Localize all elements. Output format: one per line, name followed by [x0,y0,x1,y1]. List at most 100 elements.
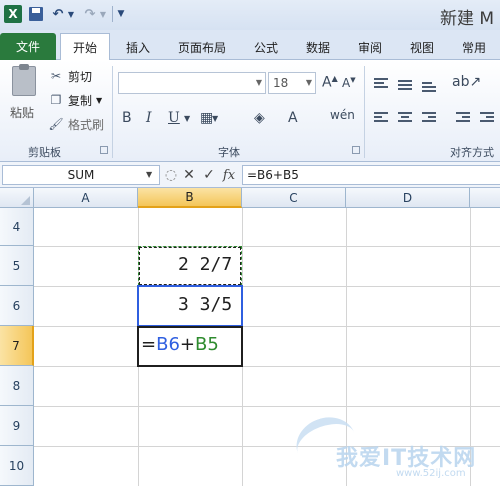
row-header-10[interactable]: 10 [0,446,34,486]
undo-icon[interactable]: ↶ [50,5,66,23]
increase-indent-icon[interactable] [480,112,494,124]
column-header-c[interactable]: C [242,188,346,208]
row-header-5[interactable]: 5 [0,246,34,286]
format-painter-label: 格式刷 [68,117,105,132]
watermark: 我爱IT技术网 www.52ij.com [289,409,500,486]
redo-dropdown-icon[interactable]: ▼ [98,5,108,23]
font-size-dropdown-icon[interactable]: ▼ [306,78,312,87]
shrink-font-icon[interactable]: A▼ [342,76,356,90]
tab-page-layout[interactable]: 页面布局 [168,34,236,60]
align-bottom-icon[interactable] [422,82,436,94]
paintbrush-icon: 🖌 [48,117,64,131]
font-color-icon[interactable]: A [288,110,298,126]
formula-token-b6: B6 [156,334,180,355]
cell-b5[interactable]: 2 2/7 [178,254,232,275]
clipboard-launcher-icon[interactable] [100,146,108,154]
name-box-value: SUM [67,168,95,182]
excel-logo-icon[interactable]: X [4,5,22,23]
copy-label: 复制 [68,93,93,108]
column-header-a[interactable]: A [34,188,138,208]
group-separator [364,66,365,158]
formula-token-plus: + [179,334,195,355]
gridline [34,366,500,367]
ribbon-tabs: 文件 开始 插入 页面布局 公式 数据 审阅 视图 常用 [0,30,500,60]
watermark-url: www.52ij.com [396,468,466,479]
paste-button[interactable]: 粘贴 [6,64,44,130]
redo-icon[interactable]: ↷ [82,5,98,23]
font-group-label: 字体 [218,146,240,159]
save-icon[interactable] [28,5,44,23]
orientation-icon[interactable]: ab↗ [452,74,481,90]
quick-access-separator [112,6,113,22]
copy-icon: ❐ [50,93,62,107]
italic-icon[interactable]: I [146,110,152,126]
font-name-select[interactable]: ▼ [118,72,266,94]
enter-icon[interactable]: ✓ [200,166,218,184]
scissors-icon: ✂ [50,69,62,83]
underline-dropdown-icon[interactable]: ▼ [184,114,190,123]
ribbon-home: 粘贴 ✂ 剪切 ❐ 复制 ▼ 🖌 格式刷 剪贴板 ▼ 18 ▼ A▲ A▼ B … [0,60,500,162]
formula-bar-resize-icon[interactable]: ◌ [164,166,178,184]
clipboard-icon [12,64,36,96]
group-separator [112,66,113,158]
name-box[interactable]: SUM [2,165,160,185]
copy-button[interactable]: ❐ 复制 ▼ [48,90,103,110]
formula-token-equals: = [141,334,157,355]
border-dropdown-icon[interactable]: ▼ [212,114,218,123]
alignment-group-label: 对齐方式 [450,146,494,159]
tab-formulas[interactable]: 公式 [244,34,288,60]
formula-input[interactable]: =B6+B5 [242,165,500,185]
column-header-b[interactable]: B [138,188,242,208]
phonetic-icon[interactable]: wén [330,108,355,122]
underline-icon[interactable]: U [168,110,180,126]
cut-button[interactable]: ✂ 剪切 [48,66,92,86]
customize-quick-access-icon[interactable]: ▼ [116,5,126,23]
tab-file[interactable]: 文件 [0,33,56,60]
tab-review[interactable]: 审阅 [348,34,392,60]
tab-common[interactable]: 常用 [452,34,496,60]
window-title: 新建 M [440,9,495,29]
bold-icon[interactable]: B [122,110,132,126]
gridline [34,246,500,247]
cell-b7-formula[interactable]: =B6+B5 [141,334,219,355]
row-header-9[interactable]: 9 [0,406,34,446]
tab-insert[interactable]: 插入 [116,34,160,60]
select-all-button[interactable] [0,188,34,208]
cancel-icon[interactable]: ✕ [180,166,198,184]
fill-color-icon[interactable]: ◈ [254,110,265,126]
font-size-value: 18 [273,76,289,90]
align-center-icon[interactable] [398,112,412,124]
name-box-dropdown-icon[interactable]: ▼ [146,170,152,179]
format-painter-button[interactable]: 🖌 格式刷 [48,114,104,134]
undo-dropdown-icon[interactable]: ▼ [66,5,76,23]
row-header-6[interactable]: 6 [0,286,34,326]
column-header-d[interactable]: D [346,188,470,208]
font-name-dropdown-icon[interactable]: ▼ [256,78,262,87]
decrease-indent-icon[interactable] [456,112,470,124]
formula-bar: SUM ▼ ◌ ✕ ✓ fx =B6+B5 [0,162,500,188]
font-launcher-icon[interactable] [352,146,360,154]
align-top-icon[interactable] [374,78,388,90]
gridline [34,406,500,407]
tab-home[interactable]: 开始 [60,33,110,60]
grow-font-icon[interactable]: A▲ [322,74,338,91]
row-header-8[interactable]: 8 [0,366,34,406]
column-header-row: A B C D [0,188,500,208]
insert-function-icon[interactable]: fx [220,166,238,184]
align-right-icon[interactable] [422,112,436,124]
gridline [34,326,500,327]
tab-view[interactable]: 视图 [400,34,444,60]
row-header-7[interactable]: 7 [0,326,34,366]
align-middle-icon[interactable] [398,80,412,92]
row-header-4[interactable]: 4 [0,208,34,246]
formula-token-b5: B5 [195,334,219,355]
copy-dropdown-icon[interactable]: ▼ [96,96,102,105]
tab-data[interactable]: 数据 [296,34,340,60]
gridline [34,286,500,287]
align-left-icon[interactable] [374,112,388,124]
cell-b6[interactable]: 3 3/5 [178,294,232,315]
font-size-select[interactable]: 18 ▼ [268,72,316,94]
cut-label: 剪切 [68,69,93,84]
title-bar: X ↶ ▼ ↷ ▼ ▼ 新建 M [0,0,500,30]
clipboard-group-label: 剪贴板 [28,146,61,159]
